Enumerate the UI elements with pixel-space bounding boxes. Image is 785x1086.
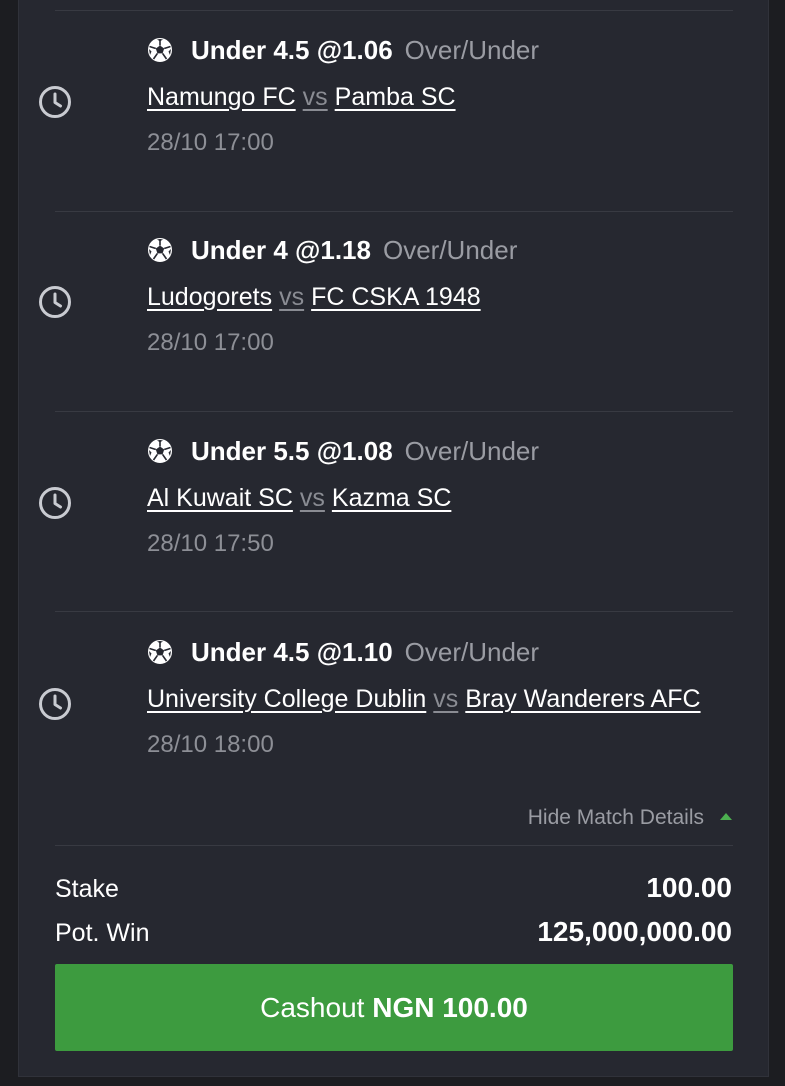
kickoff-time: 28/10 17:00 [147, 329, 274, 356]
away-team: Pamba SC [334, 83, 456, 111]
home-team: Al Kuwait SC [147, 484, 293, 512]
market-type: Over/Under [404, 35, 540, 65]
away-team: FC CSKA 1948 [311, 283, 481, 311]
hide-match-details-label: Hide Match Details [527, 806, 704, 829]
match-teams-link[interactable]: Namungo FC vs Pamba SC [147, 82, 456, 112]
bet-selection: Under 5.5 @1.08 Over/Under Al Kuwait SC vs… [19, 412, 768, 612]
vs-label: vs [299, 484, 325, 512]
hide-match-details-toggle[interactable]: Hide Match Details [528, 804, 732, 832]
potential-win-value: 125,000,000.00 [537, 916, 732, 947]
match-teams-link[interactable]: Ludogorets vs FC CSKA 1948 [147, 282, 481, 312]
selection-line: Under 4 @1.18 Over/Under [191, 235, 517, 265]
market-type: Over/Under [382, 235, 518, 265]
match-teams-link[interactable]: Al Kuwait SC vs Kazma SC [147, 483, 451, 513]
home-team: Namungo FC [147, 83, 296, 111]
vs-label: vs [302, 83, 328, 111]
stake-value: 100.00 [646, 872, 732, 903]
kickoff-time: 28/10 18:00 [147, 731, 274, 758]
cashout-amount: NGN 100.00 [372, 992, 528, 1023]
selection-line: Under 4.5 @1.10 Over/Under [191, 637, 539, 667]
market-type: Over/Under [404, 436, 540, 466]
home-team: University College Dublin [147, 685, 427, 713]
away-team: Kazma SC [331, 484, 452, 512]
selection-line: Under 5.5 @1.08 Over/Under [191, 436, 539, 466]
pick-odds: Under 5.5 @1.08 [191, 436, 393, 466]
clock-icon [39, 688, 71, 720]
bet-selection: Under 4.5 @1.06 Over/Under Namungo FC vs Pa… [19, 12, 768, 212]
soccer-ball-icon [148, 38, 172, 62]
vs-label: vs [279, 283, 305, 311]
clock-icon [39, 86, 71, 118]
pick-odds: Under 4.5 @1.10 [191, 637, 393, 667]
kickoff-time: 28/10 17:00 [147, 129, 274, 156]
bet-selection: Under 4 @1.18 Over/Under Ludogorets vs FC C… [19, 212, 768, 412]
vs-label: vs [433, 685, 459, 713]
match-teams-link[interactable]: University College Dublin vs Bray Wanderer… [147, 684, 701, 714]
soccer-ball-icon [148, 640, 172, 664]
bet-selection: Under 4.5 @1.10 Over/Under University Col… [19, 612, 768, 812]
pick-odds: Under 4 @1.18 [191, 235, 371, 265]
market-type: Over/Under [404, 637, 540, 667]
clock-icon [39, 487, 71, 519]
soccer-ball-icon [148, 238, 172, 262]
soccer-ball-icon [148, 439, 172, 463]
bet-slip-screen: Under 4.5 @1.06 Over/Under Namungo FC vs Pa… [0, 0, 785, 1086]
kickoff-time: 28/10 17:50 [147, 530, 274, 557]
away-team: Bray Wanderers AFC [465, 685, 701, 713]
selection-line: Under 4.5 @1.06 Over/Under [191, 35, 539, 65]
divider [55, 10, 733, 11]
clock-icon [39, 286, 71, 318]
pick-odds: Under 4.5 @1.06 [191, 35, 393, 65]
home-team: Ludogorets [147, 283, 273, 311]
divider [55, 845, 733, 846]
cashout-button[interactable]: Cashout NGN 100.00 [55, 964, 733, 1051]
stake-label: Stake [55, 875, 119, 903]
cashout-label: Cashout [260, 992, 365, 1023]
caret-up-icon [720, 812, 732, 820]
potential-win-label: Pot. Win [55, 919, 150, 947]
bet-slip-card: Under 4.5 @1.06 Over/Under Namungo FC vs Pa… [18, 0, 769, 1077]
